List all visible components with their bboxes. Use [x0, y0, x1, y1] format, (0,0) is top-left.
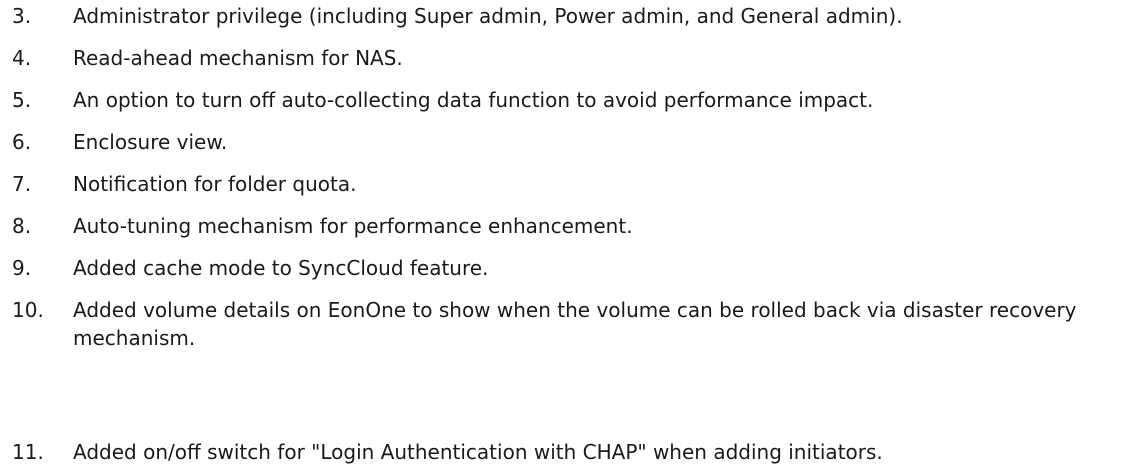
list-item-text: Administrator privilege (including Super… — [73, 4, 903, 28]
list-item: 7. Notification for folder quota. — [0, 170, 1145, 198]
list-item-number: 10. — [12, 298, 44, 322]
list-item-text: An option to turn off auto-collecting da… — [73, 88, 874, 112]
list-item: 9. Added cache mode to SyncCloud feature… — [0, 254, 1145, 282]
list-item: 3. Administrator privilege (including Su… — [0, 2, 1145, 30]
list-item-text: Added on/off switch for "Login Authentic… — [73, 440, 883, 464]
list-item: 5. An option to turn off auto-collecting… — [0, 86, 1145, 114]
list-item: 8. Auto-tuning mechanism for performance… — [0, 212, 1145, 240]
list-item-number: 3. — [12, 4, 32, 28]
list-item-text: Enclosure view. — [73, 130, 228, 154]
list-item-number: 11. — [12, 440, 44, 464]
list-item-number: 9. — [12, 256, 32, 280]
list-item-text: Auto-tuning mechanism for performance en… — [73, 214, 633, 238]
list-item-number: 6. — [12, 130, 32, 154]
list-item-number: 8. — [12, 214, 32, 238]
list-item: 11. Added on/off switch for "Login Authe… — [0, 438, 1145, 466]
list-item-number: 4. — [12, 46, 32, 70]
list-item-number: 5. — [12, 88, 32, 112]
list-item-number: 7. — [12, 172, 32, 196]
list-item-text: Notification for folder quota. — [73, 172, 357, 196]
list-item: 10. Added volume details on EonOne to sh… — [0, 296, 1145, 352]
list-item-text: Added volume details on EonOne to show w… — [73, 298, 1077, 350]
list-item: 4. Read-ahead mechanism for NAS. — [0, 44, 1145, 72]
list-item-text: Added cache mode to SyncCloud feature. — [73, 256, 489, 280]
list-item-text: Read-ahead mechanism for NAS. — [73, 46, 403, 70]
list-item: 6. Enclosure view. — [0, 128, 1145, 156]
